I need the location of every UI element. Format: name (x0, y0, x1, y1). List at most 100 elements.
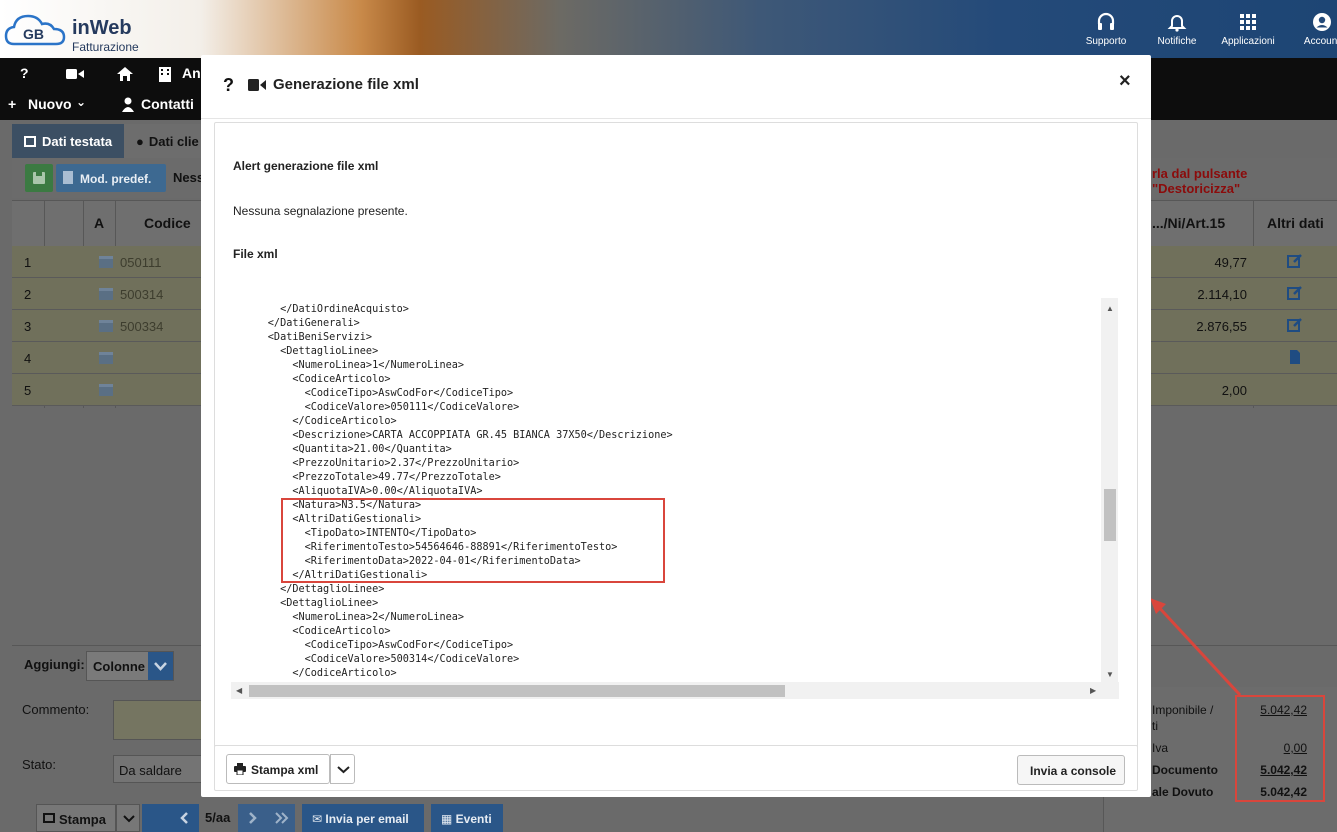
nav-applicazioni[interactable]: Applicazioni (1213, 12, 1283, 47)
nav-notifiche[interactable]: Notifiche (1142, 12, 1212, 47)
help-icon[interactable]: ? (20, 65, 29, 81)
total-label-iva: Iva (1152, 741, 1169, 755)
row-code[interactable]: 050111 (120, 255, 161, 270)
totals-highlight (1235, 695, 1325, 802)
xml-section-title: File xml (233, 247, 278, 261)
grid-icon (1240, 14, 1256, 30)
tab-dati-cliente[interactable]: ● Dati clie (124, 124, 204, 158)
tab-dati-cliente-label: Dati clie (148, 134, 199, 149)
horizontal-scroll-thumb[interactable] (249, 685, 785, 697)
commento-input[interactable] (113, 700, 208, 740)
scroll-down-icon[interactable]: ▼ (1106, 670, 1114, 679)
edit-icon[interactable] (1287, 253, 1303, 269)
box-icon[interactable] (96, 380, 116, 400)
edit-icon[interactable] (1287, 285, 1303, 301)
xml-line: <CodiceTipo>AswCodFor</CodiceTipo> (231, 640, 514, 651)
stampa-button[interactable]: Stampa (36, 804, 116, 832)
box-icon[interactable] (96, 252, 116, 272)
prev-button[interactable] (142, 804, 199, 832)
table-icon (24, 136, 36, 147)
invia-console-button[interactable]: Invia a console (1017, 755, 1125, 785)
row-number: 4 (24, 351, 32, 366)
nav-account[interactable]: Account (1287, 12, 1337, 47)
invia-email-label: Invia per email (325, 812, 409, 826)
close-icon[interactable]: × (1119, 70, 1131, 93)
chevron-down-icon: ⌄ (76, 95, 87, 109)
row-number: 5 (24, 383, 32, 398)
scroll-left-icon[interactable]: ◀ (236, 686, 242, 695)
stampa-xml-button[interactable]: Stampa xml (226, 754, 330, 784)
invia-email-button[interactable]: ✉ Invia per email (302, 804, 424, 832)
nav-account-label: Account (1303, 36, 1337, 47)
xml-line: <DettaglioLinee> (231, 346, 379, 357)
col-header-ni-art15[interactable]: .../Ni/Art.15 (1152, 215, 1225, 231)
xml-line: <CodiceArticolo> (231, 626, 391, 637)
stampa-label: Stampa (59, 812, 106, 827)
col-header-altri-dati[interactable]: Altri dati (1267, 215, 1324, 231)
chevron-down-icon (337, 766, 350, 774)
eventi-label: Eventi (455, 812, 492, 826)
xml-line: <NumeroLinea>1</NumeroLinea> (231, 360, 465, 371)
plus-icon[interactable]: + (8, 96, 16, 112)
box-icon[interactable] (96, 348, 116, 368)
nav-supporto[interactable]: Supporto (1071, 12, 1141, 47)
row-value: 2.876,55 (1196, 319, 1247, 334)
floppy-icon (33, 172, 45, 184)
person-icon: ● (136, 134, 144, 149)
row-code[interactable]: 500314 (120, 287, 163, 302)
ness-label: Ness (173, 170, 205, 185)
stampa-xml-label: Stampa xml (251, 763, 319, 777)
bell-icon (1167, 15, 1187, 32)
total-label-imponibile-2: ti (1152, 719, 1158, 733)
contatti-menu[interactable]: Contatti (141, 96, 194, 112)
xml-line: <PrezzoUnitario>2.37</PrezzoUnitario> (231, 458, 520, 469)
video-icon[interactable] (248, 78, 266, 92)
mod-predef-button[interactable]: Mod. predef. (56, 164, 166, 192)
document-icon[interactable] (1287, 349, 1303, 365)
total-label-documento: Documento (1152, 763, 1218, 777)
stato-select[interactable]: Da saldare (113, 755, 208, 783)
save-button[interactable] (25, 164, 53, 192)
scroll-right-icon[interactable]: ▶ (1090, 686, 1096, 695)
edit-icon[interactable] (1287, 317, 1303, 333)
row-number: 1 (24, 255, 32, 270)
video-icon[interactable] (66, 68, 84, 80)
calendar-icon: ▦ (441, 812, 456, 826)
aggiungi-label: Aggiungi: (24, 657, 85, 672)
home-icon[interactable] (116, 66, 134, 82)
row-value: 2,00 (1221, 383, 1247, 398)
xml-modal: ? Generazione file xml × Alert generazio… (201, 55, 1151, 797)
col-header-codice[interactable]: Codice (144, 215, 191, 231)
nav-supporto-label: Supporto (1085, 36, 1127, 47)
nav-notifiche-label: Notifiche (1157, 36, 1197, 47)
row-value: 49,77 (1214, 255, 1247, 270)
brand-subtitle: Fatturazione (72, 40, 139, 54)
colonne-dropdown-button[interactable] (148, 652, 173, 680)
help-icon[interactable]: ? (223, 75, 234, 96)
eventi-button[interactable]: ▦ Eventi (431, 804, 503, 832)
modal-title: Generazione file xml (273, 76, 419, 93)
page-indicator: 5/aa (205, 810, 231, 825)
box-icon[interactable] (96, 284, 116, 304)
row-code[interactable]: 500334 (120, 319, 163, 334)
nav-an[interactable]: An (182, 65, 201, 81)
modal-header: ? Generazione file xml × (201, 55, 1151, 119)
destoricizza-warning: rla dal pulsante "Destoricizza" (1152, 166, 1248, 196)
building-icon[interactable] (158, 66, 172, 82)
top-header: GB inWeb Fatturazione Supporto Notifiche… (0, 0, 1337, 58)
next-button[interactable] (238, 804, 295, 832)
brand-name: inWeb (72, 17, 132, 39)
commento-label: Commento: (22, 702, 90, 717)
tab-dati-testata[interactable]: Dati testata (12, 124, 124, 158)
col-header-a[interactable]: A (94, 215, 104, 231)
nav-applicazioni-label: Applicazioni (1221, 36, 1275, 47)
stampa-dropdown-button[interactable] (116, 804, 140, 832)
scroll-up-icon[interactable]: ▲ (1106, 304, 1114, 313)
stampa-xml-dropdown-button[interactable] (330, 754, 355, 784)
box-icon[interactable] (96, 316, 116, 336)
vertical-scroll-thumb[interactable] (1104, 489, 1116, 541)
xml-line: <CodiceArticolo> (231, 374, 391, 385)
xml-line: <AliquotaIVA>0.00</AliquotaIVA> (231, 486, 483, 497)
xml-line: <Quantita>21.00</Quantita> (231, 444, 452, 455)
nuovo-menu[interactable]: Nuovo (28, 96, 72, 112)
